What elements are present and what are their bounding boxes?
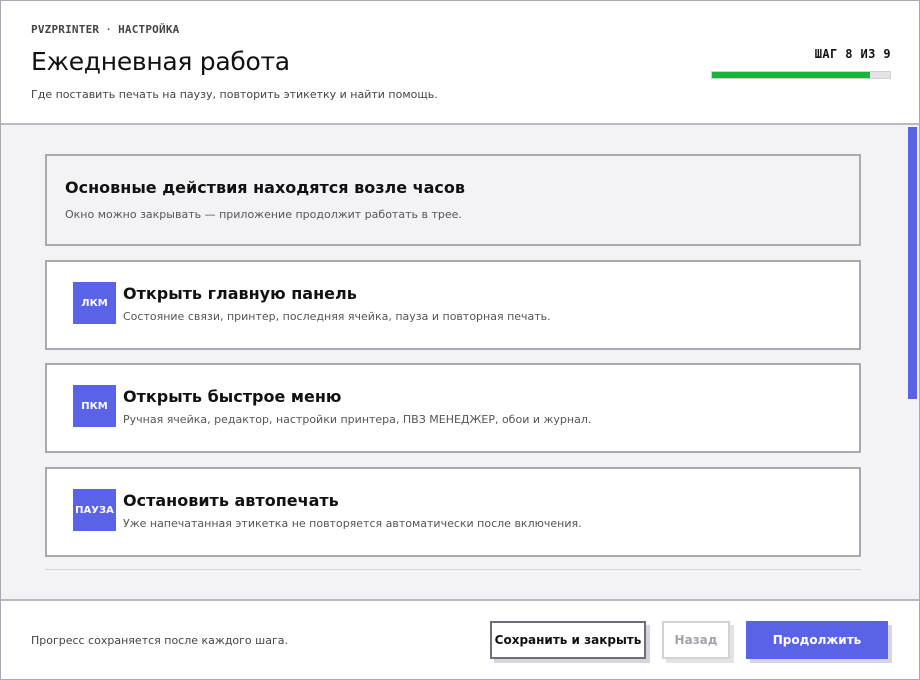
breadcrumb: PVZPRINTER · НАСТРОЙКА: [31, 23, 179, 36]
divider: [45, 569, 861, 570]
action-card-open-panel: ЛКМ Открыть главную панель Состояние свя…: [45, 260, 861, 350]
action-text: Состояние связи, принтер, последняя ячей…: [123, 310, 551, 323]
intro-text: Окно можно закрывать — приложение продол…: [65, 208, 462, 221]
intro-card: Основные действия находятся возле часов …: [45, 154, 861, 246]
breadcrumb-section: НАСТРОЙКА: [118, 23, 180, 36]
right-click-badge: ПКМ: [73, 385, 116, 427]
intro-title: Основные действия находятся возле часов: [65, 178, 466, 197]
action-card-pause: ПАУЗА Остановить автопечать Уже напечата…: [45, 467, 861, 557]
save-and-close-button[interactable]: Сохранить и закрыть: [490, 621, 646, 659]
content-area: Основные действия находятся возле часов …: [1, 125, 919, 599]
progress-bar-fill: [712, 72, 871, 78]
left-click-badge: ЛКМ: [73, 282, 116, 324]
setup-window: PVZPRINTER · НАСТРОЙКА Ежедневная работа…: [0, 0, 920, 680]
action-title: Открыть главную панель: [123, 284, 357, 303]
action-card-quick-menu: ПКМ Открыть быстрое меню Ручная ячейка, …: [45, 363, 861, 453]
page-subtitle: Где поставить печать на паузу, повторить…: [31, 88, 438, 101]
breadcrumb-app: PVZPRINTER: [31, 23, 100, 36]
footer-note: Прогресс сохраняется после каждого шага.: [31, 634, 288, 647]
page-title: Ежедневная работа: [31, 47, 290, 76]
action-text: Ручная ячейка, редактор, настройки принт…: [123, 413, 592, 426]
continue-button[interactable]: Продолжить: [746, 621, 888, 659]
progress-bar: [711, 71, 891, 79]
header: PVZPRINTER · НАСТРОЙКА Ежедневная работа…: [1, 1, 919, 125]
action-title: Открыть быстрое меню: [123, 387, 342, 406]
footer: Прогресс сохраняется после каждого шага.…: [1, 599, 919, 679]
scrollbar-thumb[interactable]: [908, 127, 917, 399]
back-button[interactable]: Назад: [662, 621, 730, 659]
pause-badge: ПАУЗА: [73, 489, 116, 531]
step-counter: ШАГ 8 ИЗ 9: [814, 47, 891, 61]
action-text: Уже напечатанная этикетка не повторяется…: [123, 517, 582, 530]
breadcrumb-separator: ·: [105, 23, 113, 36]
scrollbar[interactable]: [908, 127, 917, 597]
action-title: Остановить автопечать: [123, 491, 339, 510]
